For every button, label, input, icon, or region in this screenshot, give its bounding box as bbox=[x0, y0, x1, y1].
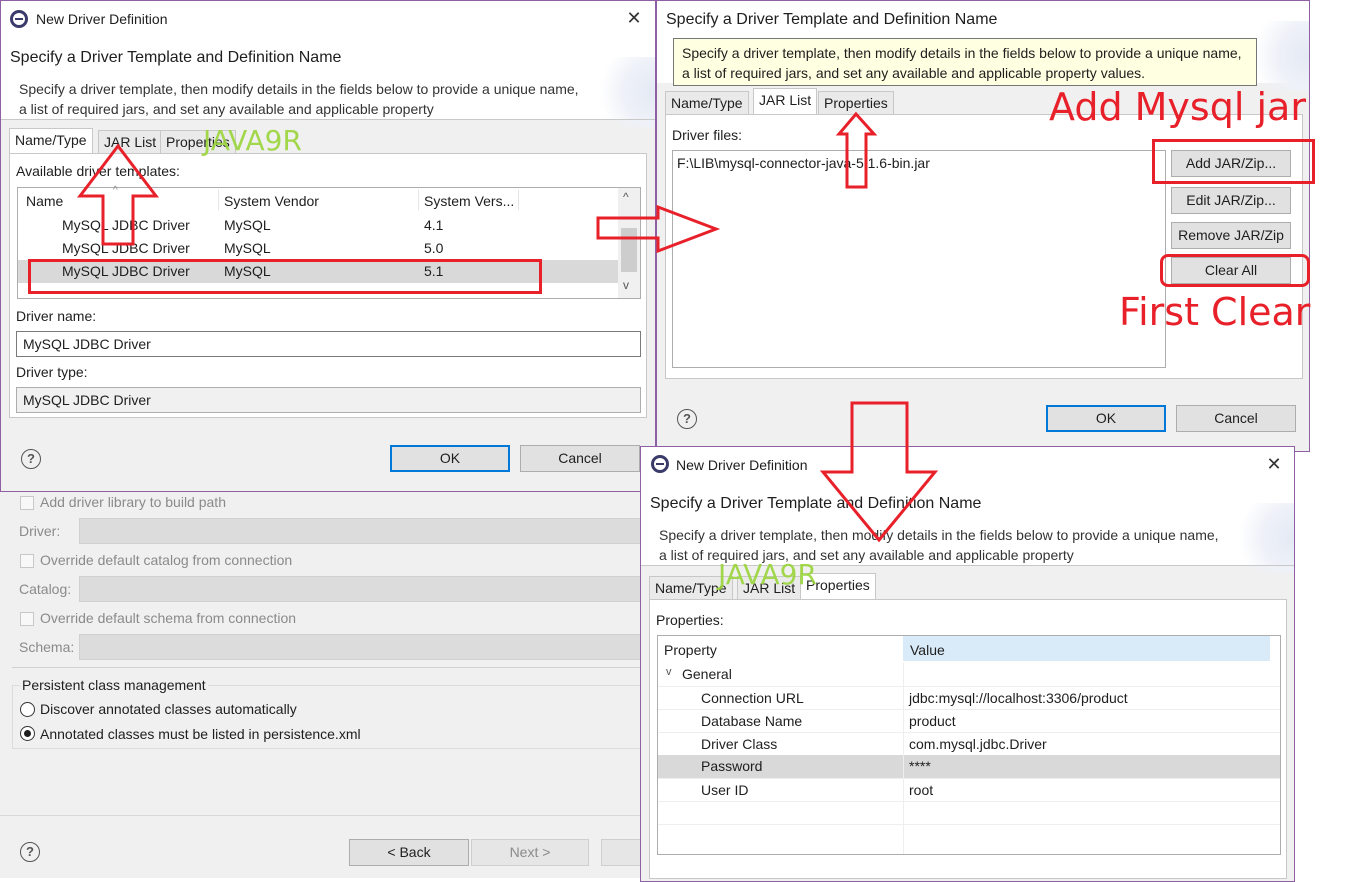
highlight-clear-all bbox=[1160, 254, 1310, 287]
arrow-up-icon bbox=[76, 143, 160, 246]
arrow-up-icon bbox=[835, 111, 878, 189]
arrow-right-icon bbox=[596, 204, 721, 254]
highlight-selected-row bbox=[28, 259, 542, 294]
highlight-add-jar bbox=[1152, 139, 1315, 184]
annotation-first-clear: First Clear bbox=[1119, 290, 1311, 334]
annotation-add-jar: Add Mysql jar bbox=[1049, 85, 1306, 129]
watermark: JAVA9R bbox=[718, 558, 817, 591]
arrow-down-icon bbox=[819, 401, 939, 543]
watermark: JAVA9R bbox=[203, 124, 302, 157]
